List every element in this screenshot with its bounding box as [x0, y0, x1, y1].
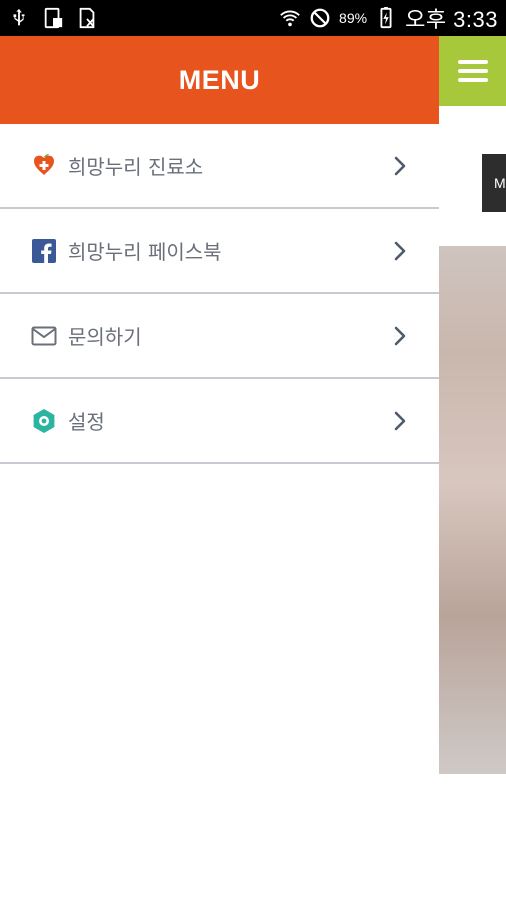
chevron-right-icon [394, 241, 406, 260]
navigation-drawer: MENU 희망누리 진료소 희망누리 페이스북 문의하기 설정 [0, 36, 439, 900]
drawer-header: MENU [0, 36, 439, 124]
background-page: M [439, 36, 506, 900]
chevron-right-icon [394, 156, 406, 175]
hamburger-menu-button[interactable] [439, 36, 506, 106]
document-icon [79, 7, 95, 29]
wifi-icon [280, 10, 300, 27]
menu-item-clinic[interactable]: 희망누리 진료소 [0, 124, 439, 209]
settings-gear-icon [30, 407, 58, 435]
background-photo [439, 246, 506, 774]
menu-item-label: 설정 [68, 410, 105, 434]
menu-item-settings[interactable]: 설정 [0, 379, 439, 464]
battery-percent: 89% [339, 10, 368, 26]
clinic-heart-icon [30, 152, 58, 180]
usb-icon [13, 8, 25, 26]
chevron-right-icon [394, 411, 406, 430]
drawer-title: MENU [178, 64, 261, 95]
menu-item-facebook[interactable]: 희망누리 페이스북 [0, 209, 439, 294]
menu-item-label: 희망누리 페이스북 [68, 240, 222, 264]
mail-icon [30, 322, 58, 350]
chevron-right-icon [394, 326, 406, 345]
menu-item-contact[interactable]: 문의하기 [0, 294, 439, 379]
hamburger-icon [457, 55, 488, 87]
facebook-icon [30, 237, 58, 265]
menu-item-label: 희망누리 진료소 [68, 155, 204, 179]
do-not-disturb-icon [310, 8, 330, 28]
background-chip-text: M [494, 175, 506, 191]
device-icon [44, 7, 63, 29]
menu-item-label: 문의하기 [68, 325, 142, 349]
status-bar: 89% 오후 3:33 [0, 0, 506, 36]
background-chip[interactable]: M [482, 154, 506, 212]
clock: 오후 3:33 [405, 7, 498, 32]
battery-icon [380, 7, 392, 29]
